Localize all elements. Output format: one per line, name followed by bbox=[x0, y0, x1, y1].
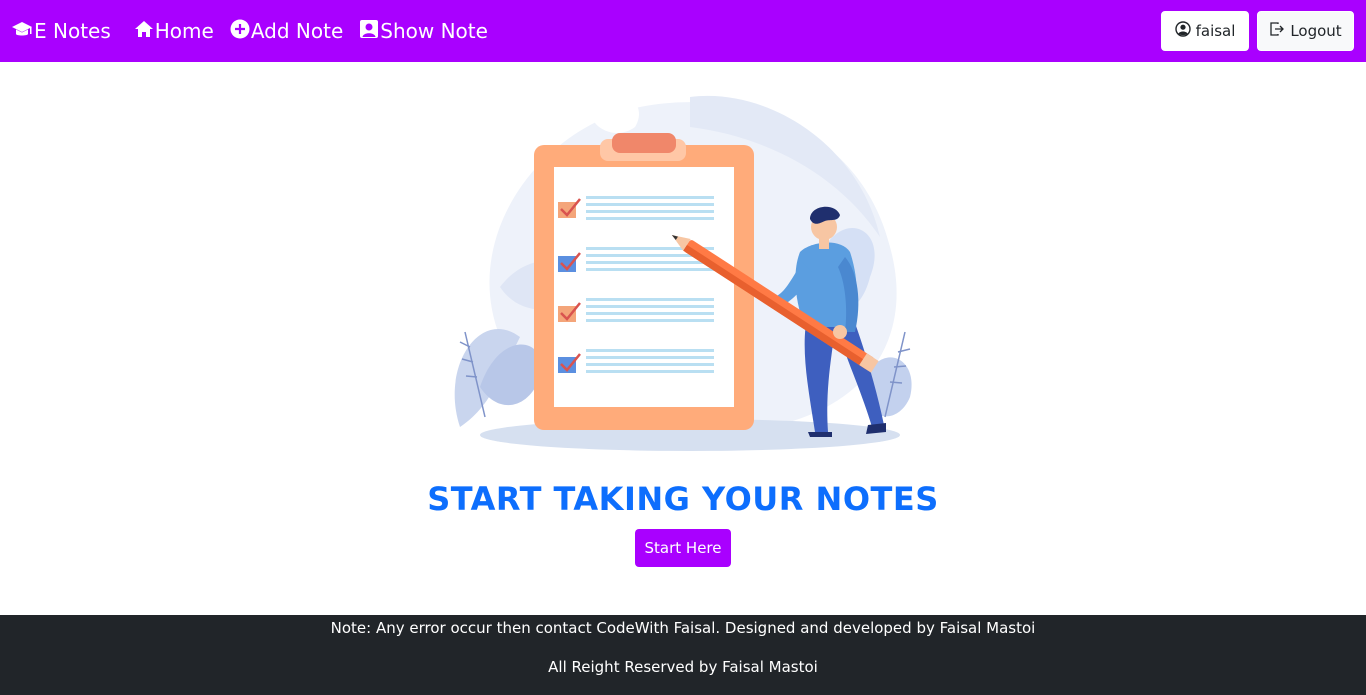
logout-icon bbox=[1269, 21, 1290, 41]
nav-home-label: Home bbox=[154, 19, 214, 43]
notes-illustration bbox=[440, 87, 926, 457]
brand-link[interactable]: E Notes bbox=[11, 19, 111, 44]
user-circle-icon bbox=[1174, 21, 1196, 41]
nav-home-link[interactable]: Home bbox=[134, 19, 214, 44]
top-navbar: E Notes Home Add Note Show Note faisal L… bbox=[0, 0, 1366, 62]
graduation-cap-icon bbox=[11, 19, 34, 44]
user-square-icon bbox=[359, 19, 380, 44]
logout-button[interactable]: Logout bbox=[1257, 11, 1354, 51]
page-footer: Note: Any error occur then contact CodeW… bbox=[0, 615, 1366, 695]
nav-show-note-label: Show Note bbox=[380, 19, 488, 43]
logout-button-label: Logout bbox=[1290, 22, 1342, 40]
hero-section: START TAKING YOUR NOTES Start Here bbox=[0, 62, 1366, 615]
nav-right-actions: faisal Logout bbox=[1161, 11, 1354, 51]
hero-title: START TAKING YOUR NOTES bbox=[427, 480, 939, 518]
home-icon bbox=[134, 19, 155, 44]
user-button[interactable]: faisal bbox=[1161, 11, 1249, 51]
nav-add-note-link[interactable]: Add Note bbox=[230, 19, 343, 44]
nav-show-note-link[interactable]: Show Note bbox=[359, 19, 488, 44]
nav-links: Home Add Note Show Note bbox=[134, 19, 504, 44]
start-here-button[interactable]: Start Here bbox=[635, 529, 731, 567]
footer-copyright: All Reight Reserved by Faisal Mastoi bbox=[548, 658, 818, 676]
nav-add-note-label: Add Note bbox=[250, 19, 344, 43]
plus-circle-icon bbox=[230, 19, 251, 44]
footer-note: Note: Any error occur then contact CodeW… bbox=[330, 619, 1036, 637]
brand-label: E Notes bbox=[34, 19, 111, 43]
user-button-label: faisal bbox=[1195, 22, 1236, 40]
